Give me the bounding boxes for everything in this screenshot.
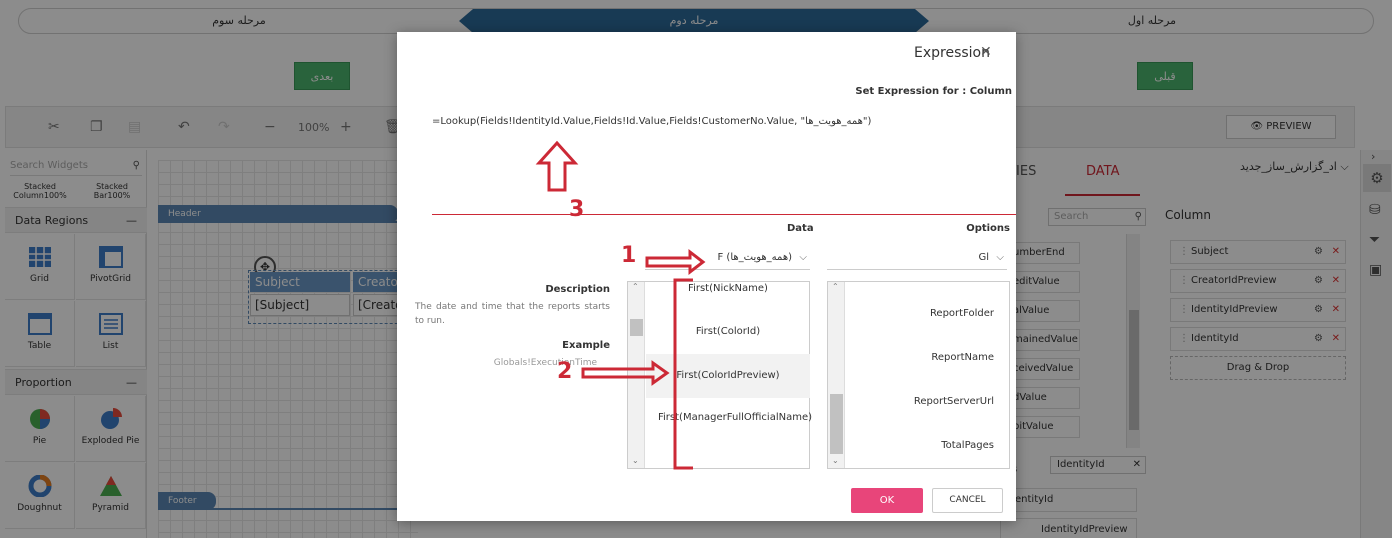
bracket-icon (673, 278, 693, 470)
arrow-up-icon (535, 140, 579, 192)
annotation-1: 1 (621, 243, 637, 268)
annotations-overlay (535, 140, 706, 470)
annotation-2: 2 (557, 359, 573, 384)
arrow-right-icon (581, 360, 670, 386)
annotation-3: 3 (569, 197, 585, 222)
arrow-right-icon (645, 248, 706, 276)
expression-dialog: Expression ✕ Set Expression for : Column… (397, 32, 1016, 521)
